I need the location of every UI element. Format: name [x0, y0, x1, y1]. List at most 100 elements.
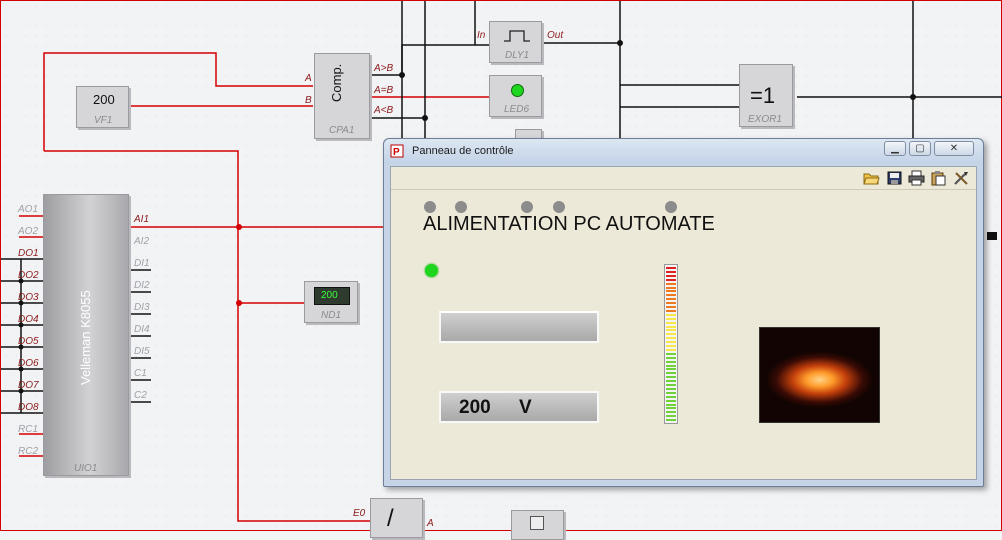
- gauge-segment: [666, 380, 676, 383]
- velleman-port-di5: DI5: [134, 346, 150, 357]
- delay-label: DLY1: [505, 50, 530, 61]
- velleman-port-c2: C2: [134, 390, 147, 401]
- gauge-segment: [666, 309, 676, 312]
- velleman-port-rc2: RC2: [18, 446, 39, 457]
- velleman-port-di4: DI4: [134, 324, 150, 335]
- nd1-label: ND1: [321, 310, 342, 321]
- control-panel-window[interactable]: P Panneau de contrôle ▁ ▢ ✕ ALIMENTATION…: [383, 138, 984, 487]
- gauge-segment: [666, 387, 676, 390]
- gauge-segment: [666, 407, 676, 410]
- gauge-segment: [666, 403, 676, 406]
- velleman-port-do5: DO5: [18, 336, 39, 347]
- gauge-segment: [666, 360, 676, 363]
- indicator-dot-1: [424, 201, 436, 213]
- velleman-port-do3: DO3: [18, 292, 39, 303]
- velleman-port-di1: DI1: [134, 258, 150, 269]
- pulse-icon: [504, 30, 530, 42]
- gauge-segment: [666, 298, 676, 301]
- indicator-dot-2: [455, 201, 467, 213]
- minimize-icon[interactable]: ▁: [884, 141, 906, 156]
- velleman-port-do1: DO1: [18, 248, 39, 259]
- bottom-port-e0: E0: [353, 508, 366, 519]
- maximize-icon[interactable]: ▢: [909, 141, 931, 156]
- velleman-port-do7: DO7: [18, 380, 39, 391]
- velleman-port-ao2: AO2: [18, 226, 39, 237]
- gauge-segment: [666, 419, 676, 422]
- gauge-segment: [666, 278, 676, 281]
- print-icon[interactable]: [908, 170, 925, 186]
- comp-port-b: B: [305, 95, 312, 106]
- velleman-port-do4: DO4: [18, 314, 39, 325]
- gauge-segment: [666, 337, 676, 340]
- velleman-port-di3: DI3: [134, 302, 150, 313]
- gauge-segment: [666, 286, 676, 289]
- voltage-unit: V: [519, 397, 532, 418]
- gauge-segment: [666, 274, 676, 277]
- comp-port-gt: A>B: [374, 63, 394, 74]
- gauge-segment: [666, 282, 676, 285]
- gauge-segment: [666, 290, 676, 293]
- exor-block[interactable]: =1 EXOR1: [739, 64, 793, 127]
- gauge-segment: [666, 399, 676, 402]
- comparator-label: CPA1: [329, 125, 355, 136]
- comparator-block[interactable]: Comp. CPA1: [314, 53, 370, 139]
- gauge-segment: [666, 306, 676, 308]
- gauge-segment: [666, 313, 676, 316]
- gauge-segment: [666, 333, 676, 336]
- led-block[interactable]: LED6: [489, 75, 542, 117]
- velleman-port-c1: C1: [134, 368, 147, 379]
- comparator-text: Comp.: [329, 63, 344, 102]
- gauge-segment: [666, 415, 676, 418]
- furnace-image: [759, 327, 880, 423]
- velleman-port-do2: DO2: [18, 270, 39, 281]
- tools-icon[interactable]: [953, 170, 970, 186]
- panel-heading: ALIMENTATION PC AUTOMATE: [423, 213, 715, 235]
- led-label: LED6: [504, 104, 530, 115]
- gauge-segment: [666, 384, 676, 386]
- vf1-label: VF1: [94, 115, 113, 126]
- delay-block[interactable]: DLY1: [489, 21, 542, 63]
- panel-client: ALIMENTATION PC AUTOMATE 200 V: [390, 166, 977, 480]
- gauge-segment: [666, 348, 676, 351]
- panel-toolbar: [391, 167, 976, 190]
- voltage-value: 200: [459, 397, 491, 418]
- delay-port-out: Out: [547, 30, 564, 41]
- velleman-port-ai2: AI2: [134, 236, 150, 247]
- close-icon[interactable]: ✕: [934, 141, 974, 156]
- comp-port-a: A: [305, 73, 312, 84]
- bottom-block[interactable]: /: [370, 498, 423, 538]
- svg-text:P: P: [393, 147, 400, 158]
- gauge-segment: [666, 270, 676, 273]
- bottom-port-a: A: [427, 518, 434, 529]
- open-folder-icon[interactable]: [863, 170, 880, 186]
- gauge-segment: [666, 356, 676, 359]
- vf1-value: 200: [93, 92, 115, 107]
- gauge-segment: [666, 267, 676, 269]
- velleman-port-do8: DO8: [18, 402, 39, 413]
- indicator-dot-4: [553, 201, 565, 213]
- velleman-port-di2: DI2: [134, 280, 150, 291]
- copy-icon: [530, 516, 544, 530]
- velleman-block[interactable]: Velleman K8055 UIO1: [43, 194, 129, 476]
- window-titlebar[interactable]: P Panneau de contrôle ▁ ▢ ✕: [384, 139, 983, 163]
- gauge-segment: [666, 345, 676, 347]
- delay-port-in: In: [477, 30, 486, 41]
- numeric-display-block[interactable]: 200 ND1: [304, 281, 358, 323]
- voltage-display: 200 V: [439, 391, 599, 423]
- gauge-segment: [666, 411, 676, 414]
- gauge-segment: [666, 302, 676, 305]
- exor-label: EXOR1: [748, 114, 782, 125]
- save-icon[interactable]: [886, 170, 903, 186]
- vf1-block[interactable]: 200 VF1: [76, 86, 129, 128]
- gauge-segment: [666, 376, 676, 379]
- gauge-segment: [666, 325, 676, 328]
- nd1-value: 200: [321, 290, 338, 301]
- copy-block[interactable]: [511, 510, 564, 540]
- velleman-port-ai1: AI1: [134, 214, 150, 225]
- velleman-label: UIO1: [74, 463, 98, 474]
- indicator-dot-3: [521, 201, 533, 213]
- gauge-segment: [666, 372, 676, 375]
- velleman-port-ao1: AO1: [18, 204, 39, 215]
- comp-port-lt: A<B: [374, 105, 394, 116]
- paste-icon[interactable]: [930, 170, 947, 186]
